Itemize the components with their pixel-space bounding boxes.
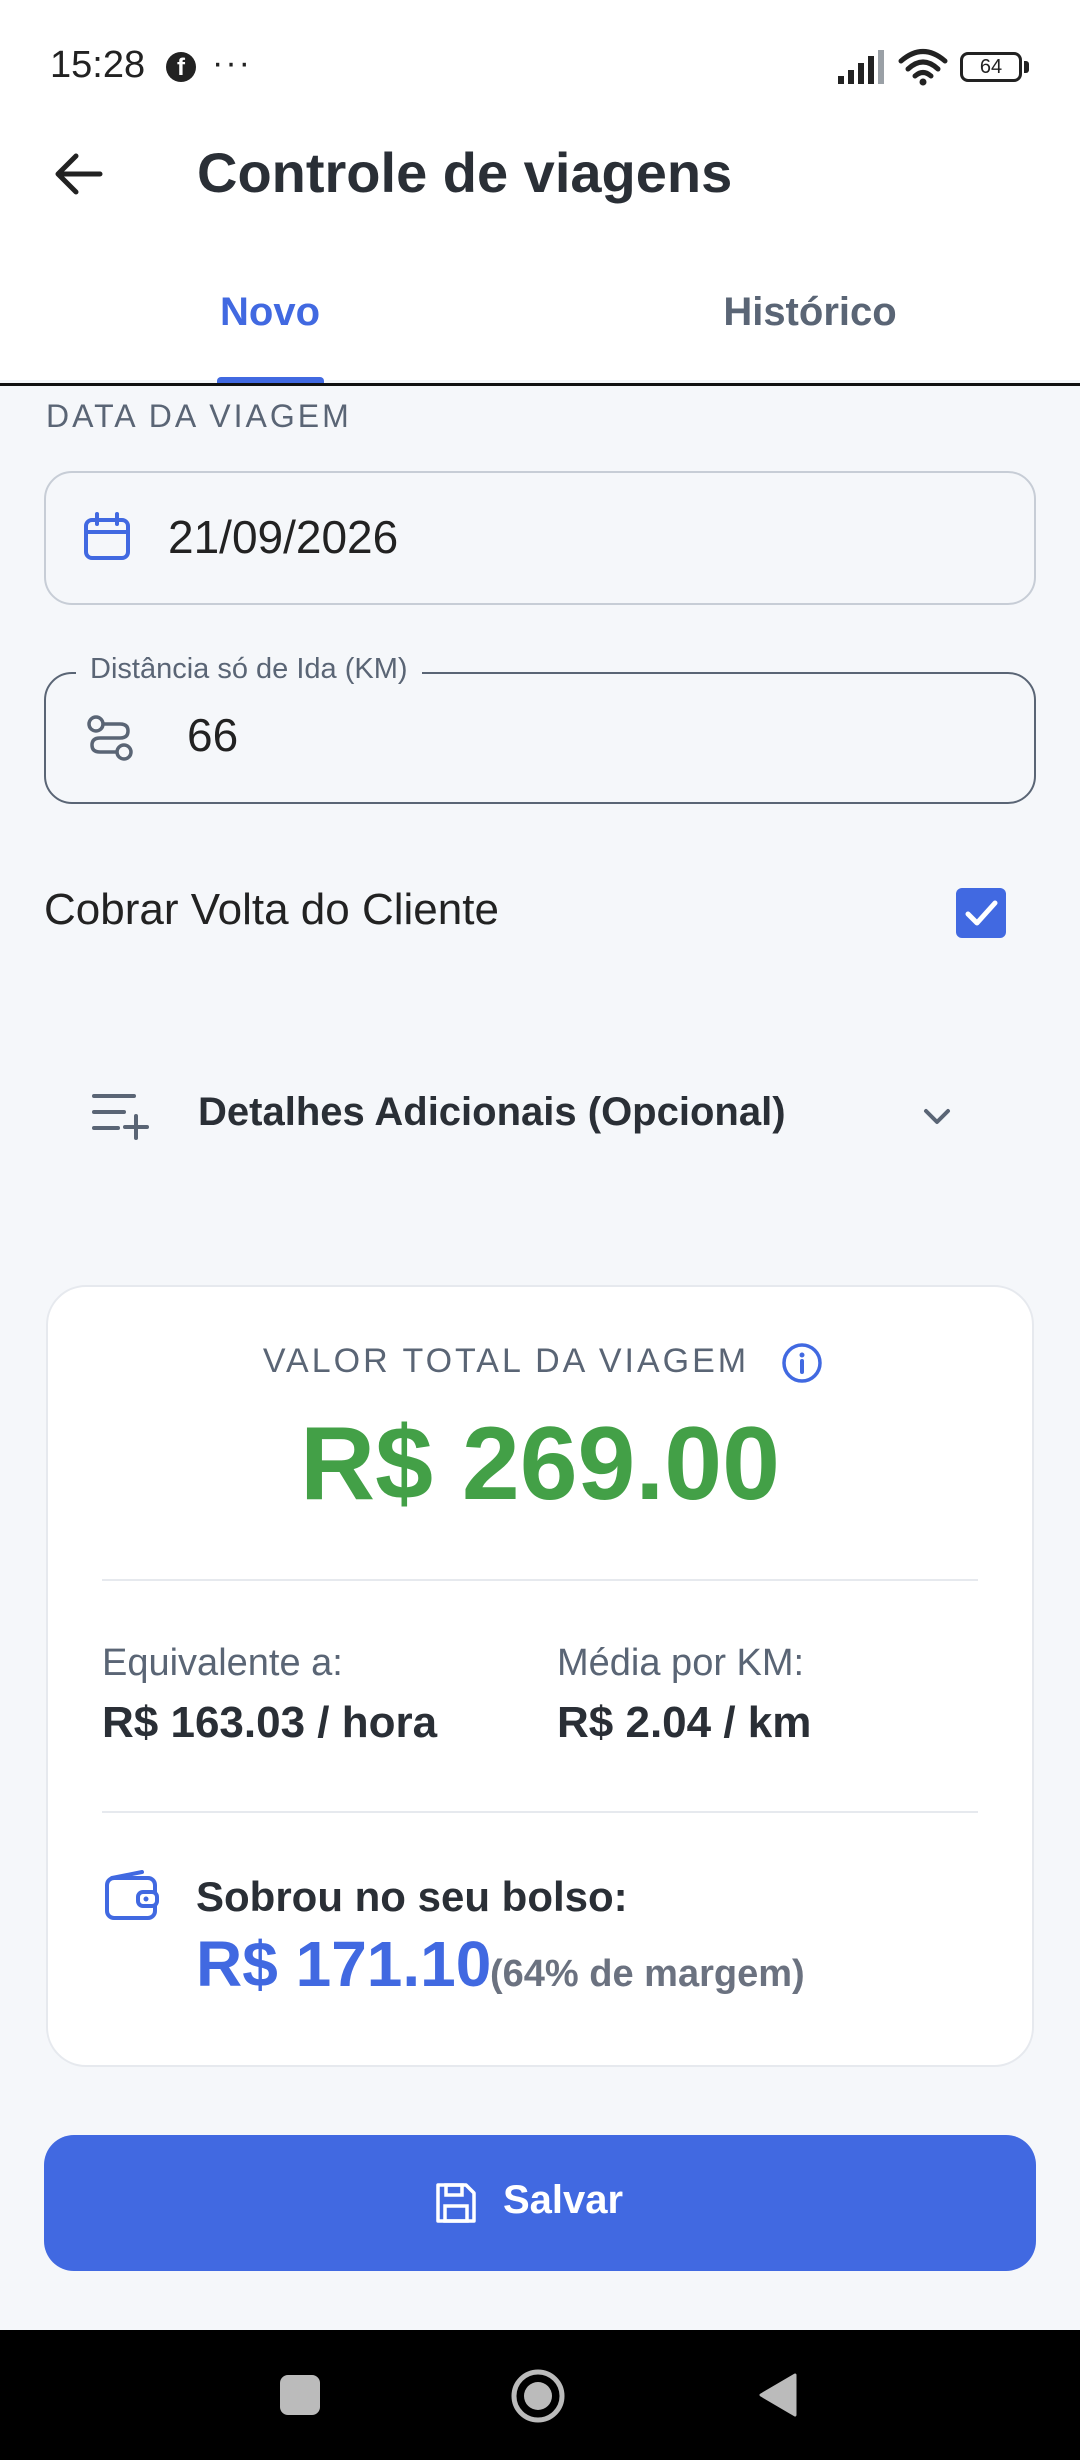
card-divider <box>102 1579 978 1581</box>
total-title: VALOR TOTAL DA VIAGEM <box>262 1342 750 1380</box>
charge-return-checkbox[interactable] <box>956 888 1006 938</box>
tab-novo[interactable]: Novo <box>0 290 540 335</box>
status-time: 15:28 <box>50 44 146 86</box>
chevron-down-icon[interactable] <box>912 1092 962 1142</box>
pocket-label: Sobrou no seu bolso: <box>196 1873 628 1920</box>
route-icon <box>87 715 133 761</box>
per-km-label: Média por KM: <box>557 1642 805 1684</box>
tab-divider <box>0 383 1080 386</box>
recent-apps-button[interactable] <box>280 2375 320 2415</box>
card-divider <box>102 1811 978 1813</box>
margin-text: (64% de margem) <box>490 1953 805 1995</box>
wallet-icon <box>105 1870 159 1920</box>
total-value: R$ 269.00 <box>300 1406 780 1522</box>
signal-icon <box>838 50 884 84</box>
hourly-label: Equivalente a: <box>102 1642 343 1684</box>
home-button[interactable] <box>510 2368 566 2424</box>
per-km-value: R$ 2.04 / km <box>557 1698 812 1747</box>
tab-historico[interactable]: Histórico <box>540 290 1080 335</box>
save-button-label: Salvar <box>503 2178 624 2222</box>
additional-details-label: Detalhes Adicionais (Opcional) <box>198 1090 786 1134</box>
date-value: 21/09/2026 <box>168 511 399 563</box>
calendar-icon <box>84 512 130 560</box>
battery-icon: 64 <box>960 52 1022 82</box>
page-title: Controle de viagens <box>197 141 733 204</box>
info-icon[interactable] <box>781 1342 823 1384</box>
wifi-icon <box>898 49 948 86</box>
arrow-left-icon[interactable] <box>40 136 116 212</box>
list-add-icon <box>92 1094 149 1140</box>
back-button[interactable] <box>757 2372 797 2418</box>
facebook-notification-icon: f <box>166 52 196 82</box>
floppy-disk-icon <box>436 2183 476 2223</box>
date-section-label: DATA DA VIAGEM <box>46 398 352 434</box>
more-notifications-icon: ··· <box>212 44 252 82</box>
check-icon <box>965 900 998 926</box>
distance-field-label: Distância só de Ida (KM) <box>76 653 422 686</box>
hourly-value: R$ 163.03 / hora <box>102 1698 438 1747</box>
pocket-value: R$ 171.10 <box>196 1928 492 2000</box>
charge-return-label: Cobrar Volta do Cliente <box>44 885 499 934</box>
distance-value: 66 <box>187 709 239 761</box>
battery-tip <box>1024 61 1029 73</box>
